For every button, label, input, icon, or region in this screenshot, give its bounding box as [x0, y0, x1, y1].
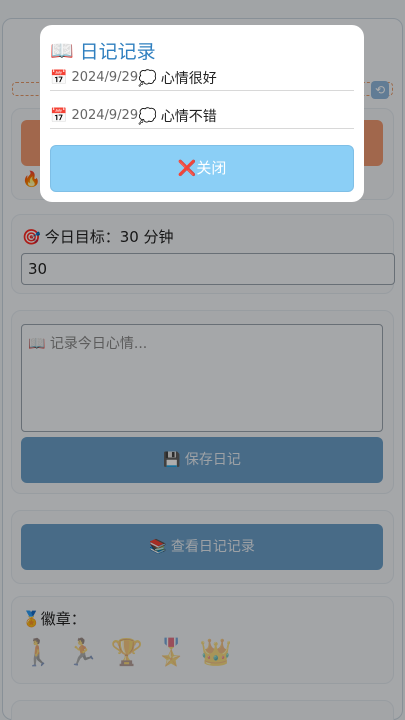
calendar-icon: 📅	[50, 69, 68, 86]
speech-bubble-icon: 💭	[138, 106, 157, 125]
list-item: 📅 2024/9/29 💭 心情不错	[50, 103, 354, 129]
list-item: 📅 2024/9/29 💭 心情很好	[50, 65, 354, 91]
entry-text: 心情很好	[160, 70, 217, 87]
journal-records-modal: 📖 日记记录 📅 2024/9/29 💭 心情很好 📅 2024/9/29 💭 …	[40, 25, 364, 202]
entry-date: 2024/9/29	[71, 108, 139, 123]
entry-date: 2024/9/29	[71, 70, 139, 85]
book-icon: 📖	[50, 39, 74, 62]
calendar-icon: 📅	[50, 107, 68, 124]
close-label: 关闭	[196, 159, 227, 177]
speech-bubble-icon: 💭	[138, 68, 157, 87]
entry-text: 心情不错	[160, 108, 217, 125]
close-button[interactable]: ❌关闭	[50, 145, 354, 192]
close-icon: ❌	[177, 159, 197, 177]
modal-title-text: 日记记录	[79, 40, 156, 63]
modal-title: 📖 日记记录	[50, 37, 354, 63]
